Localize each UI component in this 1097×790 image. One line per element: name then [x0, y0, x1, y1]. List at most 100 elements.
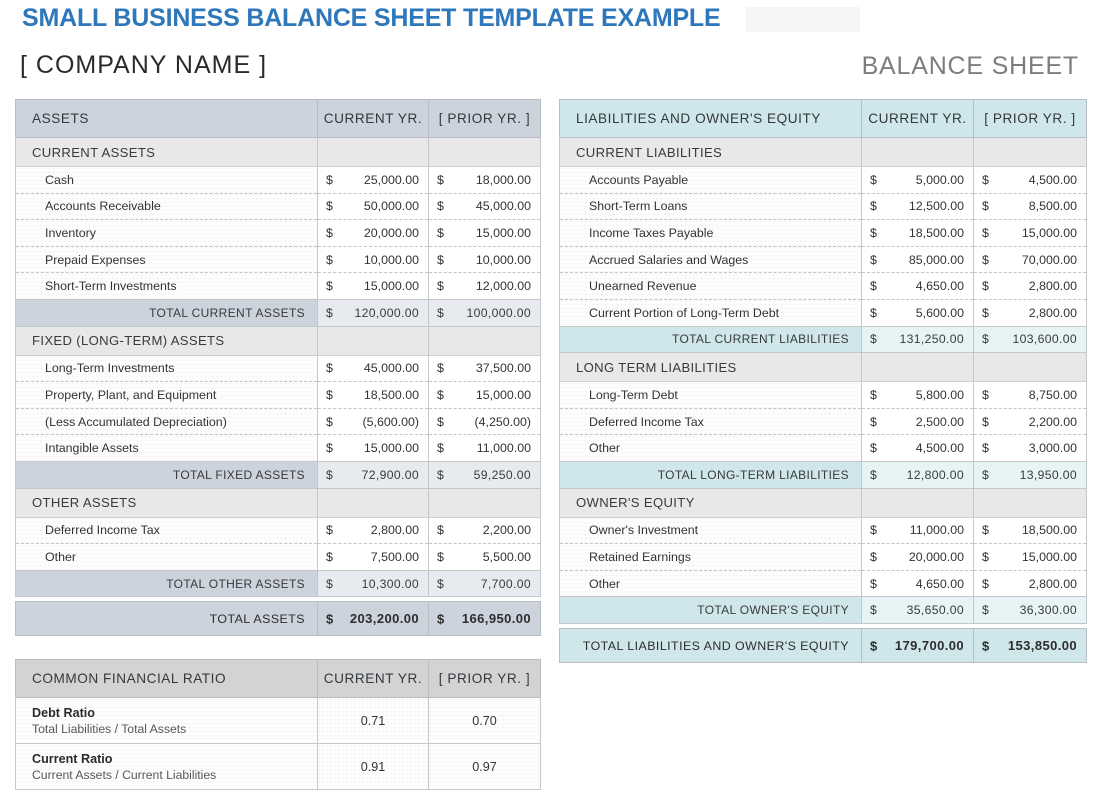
- table-row[interactable]: Other$7,500.00$5,500.00: [16, 544, 541, 571]
- table-row[interactable]: Income Taxes Payable$18,500.00$15,000.00: [560, 220, 1087, 247]
- title-bar: SMALL BUSINESS BALANCE SHEET TEMPLATE EX…: [0, 0, 1097, 40]
- section-total-prior-value: 36,300.00: [974, 603, 1086, 617]
- line-item-current: $18,500.00: [862, 220, 974, 247]
- table-row[interactable]: Long-Term Debt$5,800.00$8,750.00: [560, 382, 1087, 409]
- table-row[interactable]: Retained Earnings$20,000.00$15,000.00: [560, 544, 1087, 571]
- table-row[interactable]: Long-Term Investments$45,000.00$37,500.0…: [16, 355, 541, 382]
- line-item-current: $2,800.00: [318, 517, 429, 544]
- section-spacer-current: [318, 488, 429, 517]
- table-row[interactable]: Intangible Assets$15,000.00$11,000.00: [16, 435, 541, 462]
- section-spacer-prior: [429, 326, 541, 355]
- ratio-row[interactable]: Debt RatioTotal Liabilities / Total Asse…: [16, 698, 541, 744]
- line-item-prior-value: 37,500.00: [429, 361, 540, 375]
- section-total-current: $35,650.00: [862, 597, 974, 624]
- section-total-row: TOTAL CURRENT LIABILITIES$131,250.00$103…: [560, 326, 1087, 353]
- line-item-prior-value: 18,500.00: [974, 523, 1086, 537]
- assets-table-header-row: ASSETS CURRENT YR. [ PRIOR YR. ]: [16, 100, 541, 138]
- line-item-current: $(5,600.00): [318, 408, 429, 435]
- section-spacer-prior: [974, 488, 1087, 517]
- ratio-row[interactable]: Current RatioCurrent Assets / Current Li…: [16, 744, 541, 790]
- section-total-current: $72,900.00: [318, 461, 429, 488]
- table-row[interactable]: Short-Term Investments$15,000.00$12,000.…: [16, 273, 541, 300]
- line-item-label: Prepaid Expenses: [16, 246, 318, 273]
- total-liabilities-equity-prior-value: 153,850.00: [974, 638, 1086, 653]
- table-row[interactable]: Unearned Revenue$4,650.00$2,800.00: [560, 273, 1087, 300]
- currency-symbol-icon: $: [437, 415, 444, 429]
- table-row[interactable]: Accrued Salaries and Wages$85,000.00$70,…: [560, 246, 1087, 273]
- table-row[interactable]: Current Portion of Long-Term Debt$5,600.…: [560, 299, 1087, 326]
- line-item-prior-value: 15,000.00: [429, 226, 540, 240]
- liabilities-header-prior: [ PRIOR YR. ]: [974, 100, 1087, 138]
- line-item-label: Inventory: [16, 220, 318, 247]
- section-total-label: TOTAL LONG-TERM LIABILITIES: [560, 461, 862, 488]
- currency-symbol-icon: $: [870, 226, 877, 240]
- line-item-label: Retained Earnings: [560, 544, 862, 571]
- company-name-field[interactable]: [ COMPANY NAME ]: [20, 51, 267, 80]
- line-item-current: $10,000.00: [318, 246, 429, 273]
- total-assets-label: TOTAL ASSETS: [16, 602, 318, 636]
- total-liabilities-equity-current-value: 179,700.00: [862, 638, 973, 653]
- currency-symbol-icon: $: [982, 638, 990, 653]
- ratio-current-value: 0.71: [318, 698, 429, 744]
- assets-header-current: CURRENT YR.: [318, 100, 429, 138]
- line-item-current-value: 5,000.00: [862, 173, 973, 187]
- line-item-prior-value: 8,500.00: [974, 199, 1086, 213]
- line-item-prior: $18,000.00: [429, 167, 541, 194]
- line-item-current: $2,500.00: [862, 408, 974, 435]
- total-liabilities-equity-label: TOTAL LIABILITIES AND OWNER'S EQUITY: [560, 629, 862, 663]
- line-item-label: (Less Accumulated Depreciation): [16, 408, 318, 435]
- table-row[interactable]: Prepaid Expenses$10,000.00$10,000.00: [16, 246, 541, 273]
- line-item-current-value: 50,000.00: [318, 199, 428, 213]
- total-assets-row: TOTAL ASSETS $ 203,200.00 $ 166,950.00: [16, 602, 541, 636]
- table-row[interactable]: Owner's Investment$11,000.00$18,500.00: [560, 517, 1087, 544]
- line-item-prior-value: 3,000.00: [974, 441, 1086, 455]
- currency-symbol-icon: $: [326, 306, 333, 320]
- liabilities-table: LIABILITIES AND OWNER'S EQUITY CURRENT Y…: [559, 99, 1087, 624]
- currency-symbol-icon: $: [870, 388, 877, 402]
- line-item-prior: $2,800.00: [974, 273, 1087, 300]
- currency-symbol-icon: $: [437, 388, 444, 402]
- currency-symbol-icon: $: [326, 361, 333, 375]
- table-row[interactable]: Accounts Receivable$50,000.00$45,000.00: [16, 193, 541, 220]
- table-row[interactable]: Deferred Income Tax$2,800.00$2,200.00: [16, 517, 541, 544]
- ratio-table-header-row: COMMON FINANCIAL RATIO CURRENT YR. [ PRI…: [16, 660, 541, 698]
- line-item-current: $15,000.00: [318, 273, 429, 300]
- table-row[interactable]: Accounts Payable$5,000.00$4,500.00: [560, 167, 1087, 194]
- line-item-prior: $2,800.00: [974, 299, 1087, 326]
- currency-symbol-icon: $: [326, 415, 333, 429]
- currency-symbol-icon: $: [982, 603, 989, 617]
- section-spacer-prior: [429, 138, 541, 167]
- line-item-prior: $5,500.00: [429, 544, 541, 571]
- line-item-prior-value: 2,200.00: [429, 523, 540, 537]
- line-item-current-value: 25,000.00: [318, 173, 428, 187]
- currency-symbol-icon: $: [982, 306, 989, 320]
- liabilities-table-header-row: LIABILITIES AND OWNER'S EQUITY CURRENT Y…: [560, 100, 1087, 138]
- line-item-current: $7,500.00: [318, 544, 429, 571]
- line-item-current-value: 85,000.00: [862, 253, 973, 267]
- table-row[interactable]: Cash$25,000.00$18,000.00: [16, 167, 541, 194]
- total-liabilities-equity-current: $ 179,700.00: [862, 629, 974, 663]
- line-item-prior: $3,000.00: [974, 435, 1087, 462]
- currency-symbol-icon: $: [326, 226, 333, 240]
- total-assets-bar: TOTAL ASSETS $ 203,200.00 $ 166,950.00: [15, 601, 541, 636]
- currency-symbol-icon: $: [982, 253, 989, 267]
- line-item-current-value: 5,800.00: [862, 388, 973, 402]
- currency-symbol-icon: $: [326, 441, 333, 455]
- table-row[interactable]: Other$4,650.00$2,800.00: [560, 570, 1087, 597]
- line-item-current: $5,600.00: [862, 299, 974, 326]
- total-liabilities-equity-row: TOTAL LIABILITIES AND OWNER'S EQUITY $ 1…: [560, 629, 1087, 663]
- section-total-label: TOTAL FIXED ASSETS: [16, 461, 318, 488]
- table-row[interactable]: Short-Term Loans$12,500.00$8,500.00: [560, 193, 1087, 220]
- section-header-row: OTHER ASSETS: [16, 488, 541, 517]
- currency-symbol-icon: $: [870, 332, 877, 346]
- table-row[interactable]: Other$4,500.00$3,000.00: [560, 435, 1087, 462]
- table-row[interactable]: (Less Accumulated Depreciation)$(5,600.0…: [16, 408, 541, 435]
- table-row[interactable]: Deferred Income Tax$2,500.00$2,200.00: [560, 408, 1087, 435]
- ratio-header-current: CURRENT YR.: [318, 660, 429, 698]
- table-row[interactable]: Inventory$20,000.00$15,000.00: [16, 220, 541, 247]
- section-header-row: CURRENT LIABILITIES: [560, 138, 1087, 167]
- currency-symbol-icon: $: [982, 279, 989, 293]
- table-row[interactable]: Property, Plant, and Equipment$18,500.00…: [16, 382, 541, 409]
- section-total-current-value: 12,800.00: [862, 468, 973, 482]
- line-item-label: Accrued Salaries and Wages: [560, 246, 862, 273]
